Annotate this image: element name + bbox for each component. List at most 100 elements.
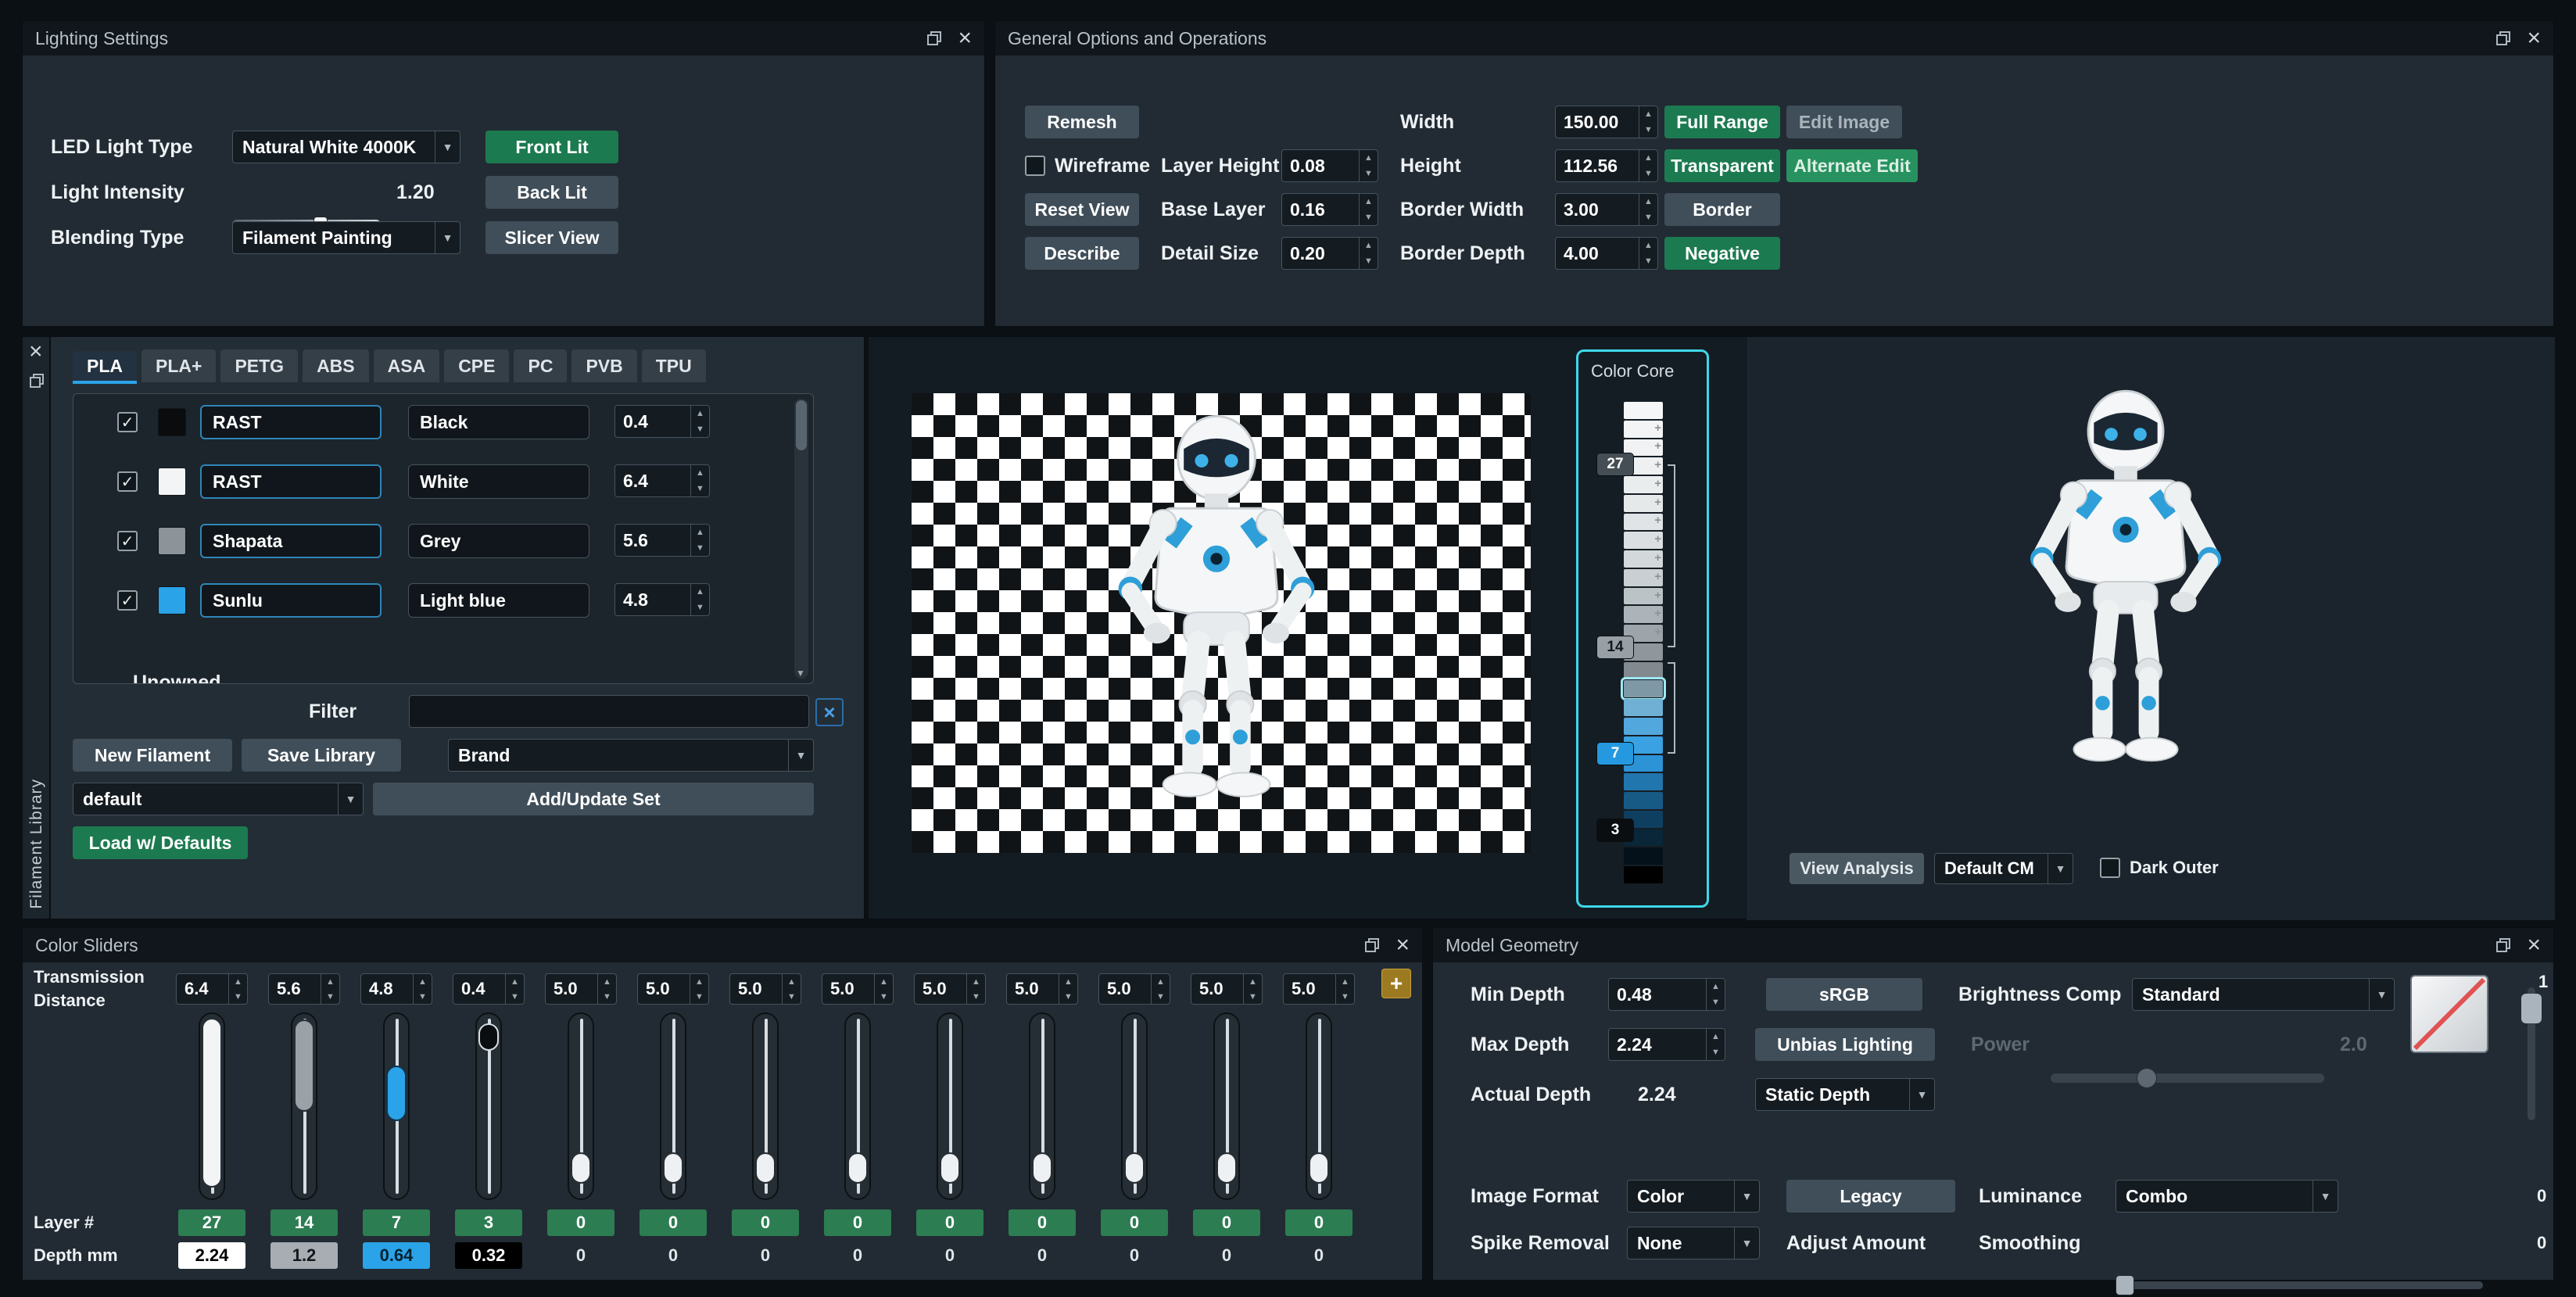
clear-filter-button[interactable]: × [815, 698, 844, 726]
filter-input[interactable] [409, 695, 809, 728]
srgb-button[interactable]: sRGB [1766, 978, 1922, 1011]
brightness-comp-dropdown[interactable]: Standard ▼ [2132, 978, 2395, 1011]
transmission-distance-spinbox[interactable]: 5.0▲▼ [822, 973, 894, 1005]
spike-removal-dropdown[interactable]: None ▼ [1627, 1227, 1760, 1259]
color-depth-slider[interactable] [1121, 1012, 1148, 1200]
filament-enabled-checkbox[interactable]: ✓ [117, 412, 138, 432]
transmission-distance-spinbox[interactable]: 6.4▲▼ [176, 973, 248, 1005]
color-depth-slider[interactable] [937, 1012, 963, 1200]
spin-arrows[interactable]: ▲▼ [690, 525, 709, 556]
core-layer-segment[interactable]: + [1624, 550, 1663, 568]
front-lit-button[interactable]: Front Lit [485, 131, 618, 163]
slider-handle[interactable] [755, 1152, 776, 1184]
slider-handle[interactable] [663, 1152, 683, 1184]
color-sliders-titlebar[interactable]: Color Sliders × [23, 928, 1422, 962]
filament-tab-asa[interactable]: ASA [374, 349, 440, 382]
slider-handle[interactable] [1124, 1152, 1145, 1184]
add-update-set-button[interactable]: Add/Update Set [373, 783, 814, 815]
close-panel-icon[interactable]: × [2527, 933, 2541, 957]
core-layer-segment[interactable] [1624, 718, 1663, 735]
filament-name-input[interactable]: Light blue [408, 583, 589, 618]
static-depth-dropdown[interactable]: Static Depth ▼ [1755, 1078, 1935, 1111]
filament-brand-input[interactable]: Shapata [200, 524, 382, 558]
slider-handle[interactable] [202, 1018, 222, 1188]
lighting-settings-titlebar[interactable]: Lighting Settings × [23, 21, 984, 56]
close-panel-icon[interactable]: × [29, 340, 43, 364]
spin-arrows[interactable]: ▲▼ [1243, 974, 1262, 1004]
filament-tab-pc[interactable]: PC [514, 349, 567, 382]
transmission-distance-spinbox[interactable]: 4.8▲▼ [360, 973, 432, 1005]
filament-library-side-title[interactable]: Filament Library [27, 779, 46, 909]
core-layer-segment[interactable]: + [1624, 514, 1663, 531]
describe-button[interactable]: Describe [1025, 237, 1139, 270]
spin-arrows[interactable]: ▲▼ [228, 974, 247, 1004]
transmission-distance-spinbox[interactable]: 5.0▲▼ [1098, 973, 1170, 1005]
filament-color-swatch[interactable] [158, 586, 186, 614]
back-lit-button[interactable]: Back Lit [485, 176, 618, 209]
save-library-button[interactable]: Save Library [242, 739, 401, 772]
transmission-distance-spinbox[interactable]: 5.0▲▼ [914, 973, 986, 1005]
color-depth-slider[interactable] [475, 1012, 502, 1200]
smoothing-slider[interactable] [2116, 1281, 2483, 1289]
spin-arrows[interactable]: ▲▼ [505, 974, 524, 1004]
detail-size-spinbox[interactable]: 0.20 ▲▼ [1281, 237, 1378, 270]
spin-arrows[interactable]: ▲▼ [874, 974, 893, 1004]
color-depth-slider[interactable] [383, 1012, 410, 1200]
wireframe-checkbox[interactable] [1025, 156, 1045, 176]
spin-arrows[interactable]: ▲▼ [1059, 974, 1077, 1004]
filament-color-swatch[interactable] [158, 527, 186, 555]
spin-arrows[interactable]: ▲▼ [1359, 194, 1378, 225]
core-layer-segment[interactable] [1624, 847, 1663, 865]
core-layer-segment[interactable] [1624, 662, 1663, 679]
color-depth-slider[interactable] [752, 1012, 779, 1200]
view-analysis-button[interactable]: View Analysis [1790, 853, 1924, 884]
filament-tab-plaplus[interactable]: PLA+ [142, 349, 216, 382]
general-options-titlebar[interactable]: General Options and Operations × [995, 21, 2553, 56]
side-vertical-slider[interactable] [2528, 987, 2535, 1120]
filament-tab-petg[interactable]: PETG [220, 349, 298, 382]
spin-arrows[interactable]: ▲▼ [966, 974, 985, 1004]
spin-arrows[interactable]: ▲▼ [1359, 238, 1378, 269]
float-panel-icon[interactable] [2495, 30, 2511, 46]
spin-arrows[interactable]: ▲▼ [597, 974, 616, 1004]
border-width-spinbox[interactable]: 3.00 ▲▼ [1555, 193, 1658, 226]
filament-brand-input[interactable]: RAST [200, 464, 382, 499]
slider-handle[interactable] [571, 1152, 591, 1184]
core-layer-segment[interactable]: + [1624, 495, 1663, 512]
color-depth-slider[interactable] [291, 1012, 317, 1200]
transmission-distance-spinbox[interactable]: 5.0▲▼ [637, 973, 709, 1005]
spin-arrows[interactable]: ▲▼ [413, 974, 432, 1004]
layer-marker-badge[interactable]: 14 [1597, 636, 1633, 658]
filament-brand-input[interactable]: RAST [200, 405, 382, 439]
color-depth-slider[interactable] [844, 1012, 871, 1200]
spin-arrows[interactable]: ▲▼ [1639, 150, 1657, 181]
core-layer-segment[interactable]: + [1624, 532, 1663, 549]
max-depth-spinbox[interactable]: 2.24 ▲▼ [1608, 1028, 1725, 1061]
spin-arrows[interactable]: ▲▼ [1359, 150, 1378, 181]
core-layer-segment[interactable]: + [1624, 588, 1663, 605]
core-layer-segment[interactable]: + [1624, 606, 1663, 623]
slider-handle[interactable] [1216, 1152, 1237, 1184]
spin-arrows[interactable]: ▲▼ [1639, 106, 1657, 138]
color-depth-slider[interactable] [568, 1012, 594, 1200]
core-layer-segment[interactable]: + [1624, 569, 1663, 586]
spin-arrows[interactable]: ▲▼ [1151, 974, 1170, 1004]
base-layer-spinbox[interactable]: 0.16 ▲▼ [1281, 193, 1378, 226]
unbias-lighting-button[interactable]: Unbias Lighting [1755, 1028, 1935, 1061]
new-filament-button[interactable]: New Filament [73, 739, 232, 772]
spin-arrows[interactable]: ▲▼ [1335, 974, 1354, 1004]
slider-handle[interactable] [940, 1152, 960, 1184]
filament-td-spinbox[interactable]: 0.4▲▼ [614, 405, 710, 438]
spin-arrows[interactable]: ▲▼ [690, 584, 709, 615]
core-layer-segment[interactable] [1624, 699, 1663, 716]
filament-td-spinbox[interactable]: 4.8▲▼ [614, 583, 710, 616]
filament-enabled-checkbox[interactable]: ✓ [117, 471, 138, 492]
core-layer-segment[interactable] [1624, 773, 1663, 790]
border-depth-spinbox[interactable]: 4.00 ▲▼ [1555, 237, 1658, 270]
filament-set-dropdown[interactable]: default ▼ [73, 783, 364, 815]
close-panel-icon[interactable]: × [2527, 27, 2541, 50]
slider-handle[interactable] [478, 1023, 499, 1051]
slider-handle[interactable] [847, 1152, 868, 1184]
close-panel-icon[interactable]: × [1395, 933, 1410, 957]
core-layer-segment[interactable]: + [1624, 476, 1663, 493]
